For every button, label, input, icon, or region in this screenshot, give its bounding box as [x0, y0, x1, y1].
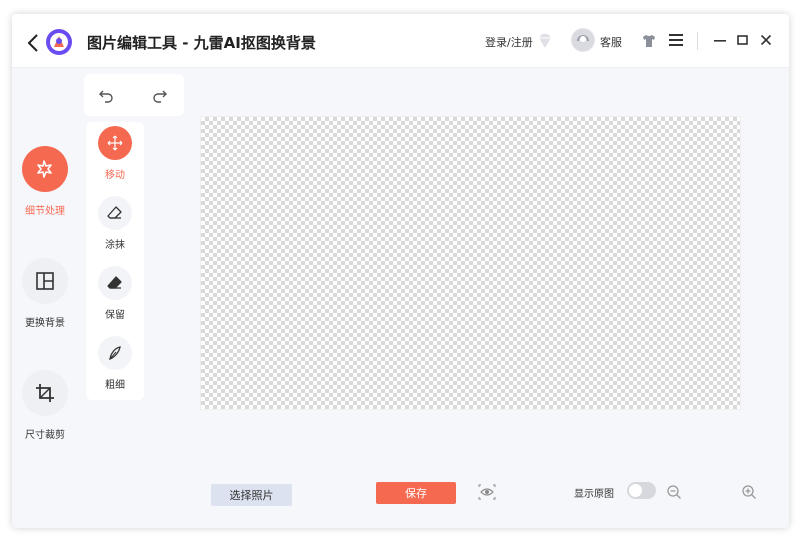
- maximize-icon[interactable]: [735, 32, 751, 48]
- minimize-icon[interactable]: [712, 32, 728, 48]
- save-button[interactable]: 保存: [376, 482, 456, 504]
- eye-icon[interactable]: [478, 484, 496, 500]
- show-original-label: 显示原图: [574, 489, 614, 500]
- login-register-link[interactable]: 登录/注册: [485, 34, 533, 50]
- sidebar-item-change-background[interactable]: 更换背景: [12, 258, 78, 329]
- sidebar-item-label: 尺寸裁剪: [25, 430, 65, 441]
- side-nav: 细节处理 更换背景 尺寸裁剪: [12, 68, 78, 528]
- support-label: 客服: [600, 36, 622, 49]
- toggle-knob: [629, 484, 642, 497]
- tool-smear[interactable]: 涂抹: [86, 196, 144, 251]
- tool-label: 粗细: [105, 380, 125, 391]
- layout-icon: [22, 258, 68, 304]
- title-bar: 图片编辑工具 - 九雷AI抠图换背景 登录/注册 客服: [12, 14, 789, 68]
- brush-size-icon: [98, 336, 132, 370]
- tshirt-icon[interactable]: [641, 33, 657, 49]
- zoom-in-icon[interactable]: [741, 484, 757, 500]
- crop-icon: [22, 370, 68, 416]
- history-panel: [84, 74, 184, 116]
- tool-panel: 移动 涂抹 保留 粗细: [86, 122, 144, 400]
- tool-move[interactable]: 移动: [86, 126, 144, 181]
- sidebar-item-crop[interactable]: 尺寸裁剪: [12, 370, 78, 441]
- select-photo-button[interactable]: 选择照片: [211, 484, 292, 506]
- app-title: 图片编辑工具 - 九雷AI抠图换背景: [87, 34, 316, 52]
- show-original-toggle[interactable]: [627, 482, 656, 499]
- tool-label: 移动: [105, 170, 125, 181]
- app-logo-icon: [46, 29, 72, 55]
- tool-label: 保留: [105, 310, 125, 321]
- zoom-out-icon[interactable]: [666, 484, 682, 500]
- image-canvas[interactable]: [200, 116, 741, 410]
- keep-eraser-icon: [98, 266, 132, 300]
- back-arrow-icon[interactable]: [24, 31, 44, 55]
- eraser-icon: [98, 196, 132, 230]
- support-avatar-icon: [571, 28, 595, 52]
- tool-keep[interactable]: 保留: [86, 266, 144, 321]
- sidebar-item-label: 细节处理: [25, 206, 65, 217]
- diamond-icon: [539, 34, 551, 48]
- redo-icon[interactable]: [151, 86, 169, 104]
- tool-brush-size[interactable]: 粗细: [86, 336, 144, 391]
- tool-label: 涂抹: [105, 240, 125, 251]
- menu-icon[interactable]: [668, 33, 684, 47]
- sidebar-item-label: 更换背景: [25, 318, 65, 329]
- move-icon: [98, 126, 132, 160]
- undo-icon[interactable]: [97, 86, 115, 104]
- titlebar-divider: [697, 32, 698, 50]
- detail-magic-icon: [22, 146, 68, 192]
- app-window: 图片编辑工具 - 九雷AI抠图换背景 登录/注册 客服 细节处理 更换背景 尺寸…: [12, 14, 789, 528]
- close-icon[interactable]: [758, 32, 774, 48]
- sidebar-item-detail[interactable]: 细节处理: [12, 146, 78, 217]
